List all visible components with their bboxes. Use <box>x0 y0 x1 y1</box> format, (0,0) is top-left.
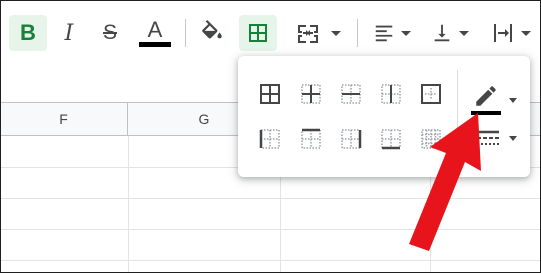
vertical-align-button[interactable] <box>425 15 475 51</box>
border-style-button[interactable] <box>475 128 501 150</box>
toolbar-divider <box>357 19 358 47</box>
chevron-down-icon <box>401 30 411 36</box>
vertical-borders-icon[interactable] <box>380 83 402 105</box>
merge-cells-icon <box>298 25 318 43</box>
borders-icon <box>249 24 267 42</box>
horizontal-borders-icon[interactable] <box>340 83 362 105</box>
column-header-label: F <box>59 111 68 127</box>
text-wrap-icon <box>494 24 512 42</box>
borders-menu <box>238 56 530 177</box>
italic-label: I <box>64 20 74 46</box>
text-color-label: A <box>147 16 163 42</box>
bold-button[interactable]: B <box>9 15 47 51</box>
align-left-icon <box>375 25 393 42</box>
horizontal-align-button[interactable] <box>367 15 417 51</box>
grid-line <box>1 260 540 261</box>
clear-borders-icon[interactable] <box>420 128 442 150</box>
right-border-icon[interactable] <box>340 128 362 150</box>
menu-divider <box>457 70 458 158</box>
chevron-down-icon <box>331 30 341 36</box>
bottom-border-icon[interactable] <box>380 128 402 150</box>
text-wrapping-button[interactable] <box>483 15 539 51</box>
chevron-down-icon <box>459 30 469 36</box>
column-header-label: G <box>198 111 210 127</box>
text-color-swatch <box>139 41 171 47</box>
bold-label: B <box>20 20 36 45</box>
strikethrough-label: S <box>102 21 117 44</box>
toolbar-divider <box>185 19 186 47</box>
chevron-down-icon[interactable] <box>509 98 517 103</box>
grid-line <box>1 229 540 230</box>
fill-color-button[interactable] <box>195 15 229 51</box>
borders-button[interactable] <box>239 15 277 51</box>
strikethrough-button[interactable]: S <box>92 15 128 51</box>
column-header-f[interactable]: F <box>1 102 128 136</box>
chevron-down-icon <box>521 30 531 36</box>
merge-cells-button[interactable] <box>285 15 351 51</box>
border-style-icon <box>477 130 499 145</box>
grid-line <box>128 136 129 272</box>
text-color-button[interactable]: A <box>135 15 175 51</box>
screenshot-frame: B I S A F G <box>0 0 541 273</box>
all-borders-icon[interactable] <box>259 83 281 105</box>
left-border-icon[interactable] <box>259 128 281 150</box>
chevron-down-icon[interactable] <box>509 136 517 141</box>
fill-color-icon <box>202 20 222 39</box>
border-color-button[interactable] <box>471 83 501 113</box>
align-bottom-icon <box>434 24 450 42</box>
top-border-icon[interactable] <box>300 128 322 150</box>
grid-line <box>1 198 540 199</box>
inner-borders-icon[interactable] <box>300 83 322 105</box>
border-color-swatch <box>471 111 501 115</box>
pencil-icon <box>476 86 496 106</box>
italic-button[interactable]: I <box>51 15 87 51</box>
outer-borders-icon[interactable] <box>420 83 442 105</box>
